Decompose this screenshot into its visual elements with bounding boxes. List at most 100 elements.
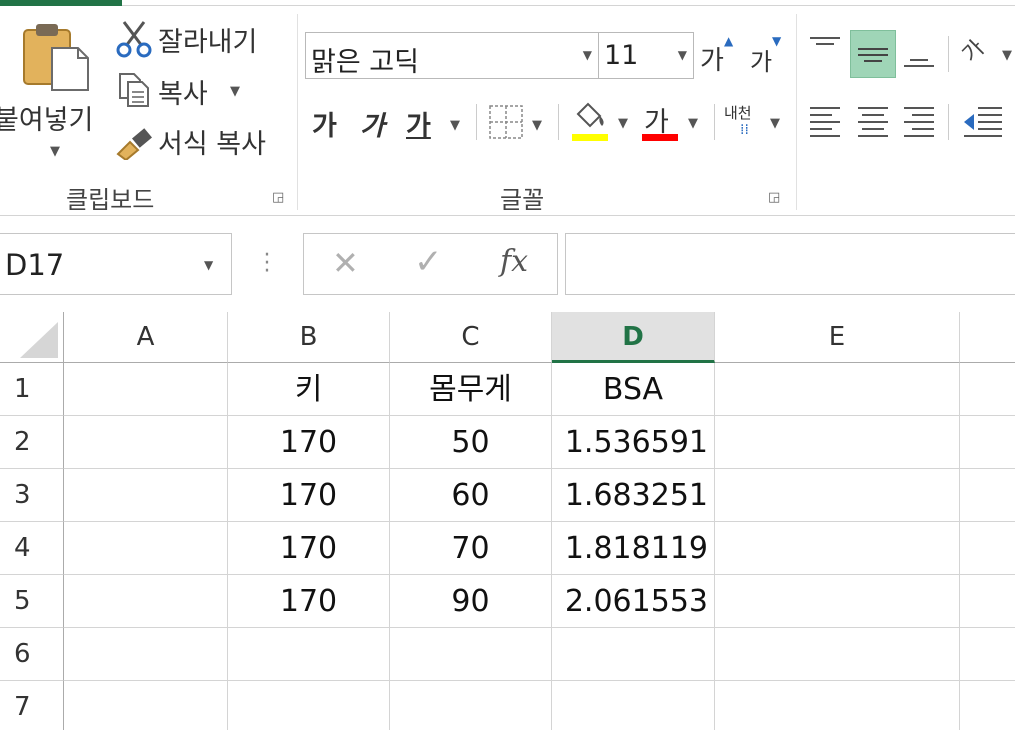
fill-color-dropdown-arrow[interactable]: ▼ bbox=[618, 116, 628, 131]
orientation-dropdown-arrow[interactable]: ▼ bbox=[1002, 48, 1012, 63]
increase-font-size-button[interactable]: 가 ▲ bbox=[700, 34, 740, 76]
select-all-corner[interactable] bbox=[0, 312, 64, 363]
font-name-combo[interactable]: 맑은 고딕 ▼ bbox=[305, 32, 599, 79]
font-size-combo[interactable]: 11 ▼ bbox=[598, 32, 694, 79]
row-header-3[interactable]: 3 bbox=[0, 469, 64, 522]
name-box-dropdown-arrow[interactable]: ▼ bbox=[204, 258, 213, 272]
font-size-dropdown-arrow[interactable]: ▼ bbox=[678, 48, 687, 62]
borders-button[interactable]: ▼ bbox=[486, 100, 550, 144]
cell-a3[interactable] bbox=[64, 469, 228, 522]
cell-b4[interactable]: 170 bbox=[228, 522, 390, 575]
cell-c3[interactable]: 60 bbox=[390, 469, 552, 522]
row-header-2[interactable]: 2 bbox=[0, 416, 64, 469]
bold-button[interactable]: 가 bbox=[310, 100, 344, 144]
cell-b2[interactable]: 170 bbox=[228, 416, 390, 469]
row-header-5[interactable]: 5 bbox=[0, 575, 64, 628]
cell-b6[interactable] bbox=[228, 628, 390, 681]
decrease-font-size-button[interactable]: 가 ▼ bbox=[750, 34, 790, 76]
cell-a1[interactable] bbox=[64, 363, 228, 416]
cell-e4[interactable] bbox=[715, 522, 960, 575]
cell-f1[interactable] bbox=[960, 363, 1015, 416]
italic-button[interactable]: 가 bbox=[358, 100, 392, 144]
align-right-icon bbox=[904, 107, 934, 137]
cell-f2[interactable] bbox=[960, 416, 1015, 469]
cell-f5[interactable] bbox=[960, 575, 1015, 628]
underline-dropdown-arrow[interactable]: ▼ bbox=[450, 118, 460, 133]
cell-d2[interactable]: 1.536591 bbox=[552, 416, 715, 469]
cell-e3[interactable] bbox=[715, 469, 960, 522]
cell-c6[interactable] bbox=[390, 628, 552, 681]
cell-d3[interactable]: 1.683251 bbox=[552, 469, 715, 522]
cell-c7[interactable] bbox=[390, 681, 552, 730]
name-box[interactable]: D17 ▼ bbox=[0, 233, 232, 295]
column-header-a[interactable]: A bbox=[64, 312, 228, 363]
font-color-dropdown-arrow[interactable]: ▼ bbox=[688, 116, 698, 131]
cell-f7[interactable] bbox=[960, 681, 1015, 730]
paste-button[interactable]: 붙여넣기 ▼ bbox=[0, 18, 108, 168]
cell-a4[interactable] bbox=[64, 522, 228, 575]
cell-d4[interactable]: 1.818119 bbox=[552, 522, 715, 575]
cell-b1[interactable]: 키 bbox=[228, 363, 390, 416]
cut-button[interactable]: 잘라내기 bbox=[114, 18, 284, 60]
cell-c5[interactable]: 90 bbox=[390, 575, 552, 628]
paste-dropdown-arrow[interactable]: ▼ bbox=[50, 144, 60, 159]
clipboard-dialog-launcher[interactable]: ◲ bbox=[272, 190, 284, 205]
cell-e2[interactable] bbox=[715, 416, 960, 469]
align-center-button[interactable] bbox=[854, 100, 892, 144]
decrease-indent-button[interactable] bbox=[960, 100, 1015, 144]
column-header-f[interactable] bbox=[960, 312, 1015, 363]
column-header-e[interactable]: E bbox=[715, 312, 960, 363]
font-name-dropdown-arrow[interactable]: ▼ bbox=[583, 48, 592, 62]
column-header-d[interactable]: D bbox=[552, 312, 715, 363]
cell-c2[interactable]: 50 bbox=[390, 416, 552, 469]
formula-input[interactable] bbox=[565, 233, 1015, 295]
cell-e5[interactable] bbox=[715, 575, 960, 628]
clipboard-group-label: 클립보드 bbox=[66, 186, 155, 214]
cell-b3[interactable]: 170 bbox=[228, 469, 390, 522]
align-bottom-button[interactable] bbox=[900, 30, 938, 72]
enter-check-icon[interactable]: ✓ bbox=[414, 242, 443, 282]
column-header-c[interactable]: C bbox=[390, 312, 552, 363]
cell-d5[interactable]: 2.061553 bbox=[552, 575, 715, 628]
orientation-button[interactable]: 가 ▼ bbox=[958, 30, 1015, 76]
cell-b7[interactable] bbox=[228, 681, 390, 730]
cell-e7[interactable] bbox=[715, 681, 960, 730]
cell-c1[interactable]: 몸무게 bbox=[390, 363, 552, 416]
underline-button[interactable]: 가 ▼ bbox=[404, 100, 466, 144]
phonetic-guide-button[interactable]: 내천 ⁞⁞ ▼ bbox=[722, 98, 786, 144]
cell-e6[interactable] bbox=[715, 628, 960, 681]
column-header-b[interactable]: B bbox=[228, 312, 390, 363]
formula-bar-grip-icon[interactable]: · · · bbox=[263, 245, 271, 283]
font-dialog-launcher[interactable]: ◲ bbox=[768, 190, 780, 205]
cell-e1[interactable] bbox=[715, 363, 960, 416]
align-right-button[interactable] bbox=[900, 100, 938, 144]
cell-c4[interactable]: 70 bbox=[390, 522, 552, 575]
phonetic-guide-dropdown-arrow[interactable]: ▼ bbox=[770, 116, 780, 131]
cell-d7[interactable] bbox=[552, 681, 715, 730]
cell-f6[interactable] bbox=[960, 628, 1015, 681]
format-painter-button[interactable]: 서식 복사 bbox=[114, 120, 284, 162]
insert-function-button[interactable]: fx bbox=[500, 244, 528, 279]
cell-b5[interactable]: 170 bbox=[228, 575, 390, 628]
cell-d6[interactable] bbox=[552, 628, 715, 681]
row-header-4[interactable]: 4 bbox=[0, 522, 64, 575]
align-left-button[interactable] bbox=[806, 100, 844, 144]
cell-a7[interactable] bbox=[64, 681, 228, 730]
font-color-button[interactable]: 가 ▼ bbox=[640, 98, 704, 144]
cell-a2[interactable] bbox=[64, 416, 228, 469]
cell-d1[interactable]: BSA bbox=[552, 363, 715, 416]
copy-button[interactable]: 복사 ▼ bbox=[114, 70, 254, 112]
align-top-button[interactable] bbox=[806, 30, 844, 72]
cell-f4[interactable] bbox=[960, 522, 1015, 575]
cell-a6[interactable] bbox=[64, 628, 228, 681]
copy-dropdown-arrow[interactable]: ▼ bbox=[230, 84, 240, 99]
cancel-icon[interactable]: ✕ bbox=[332, 244, 359, 282]
row-header-6[interactable]: 6 bbox=[0, 628, 64, 681]
borders-dropdown-arrow[interactable]: ▼ bbox=[532, 118, 542, 133]
cell-f3[interactable] bbox=[960, 469, 1015, 522]
row-header-7[interactable]: 7 bbox=[0, 681, 64, 730]
row-header-1[interactable]: 1 bbox=[0, 363, 64, 416]
fill-color-button[interactable]: ▼ bbox=[570, 98, 634, 144]
cell-a5[interactable] bbox=[64, 575, 228, 628]
align-middle-button[interactable] bbox=[850, 30, 896, 78]
